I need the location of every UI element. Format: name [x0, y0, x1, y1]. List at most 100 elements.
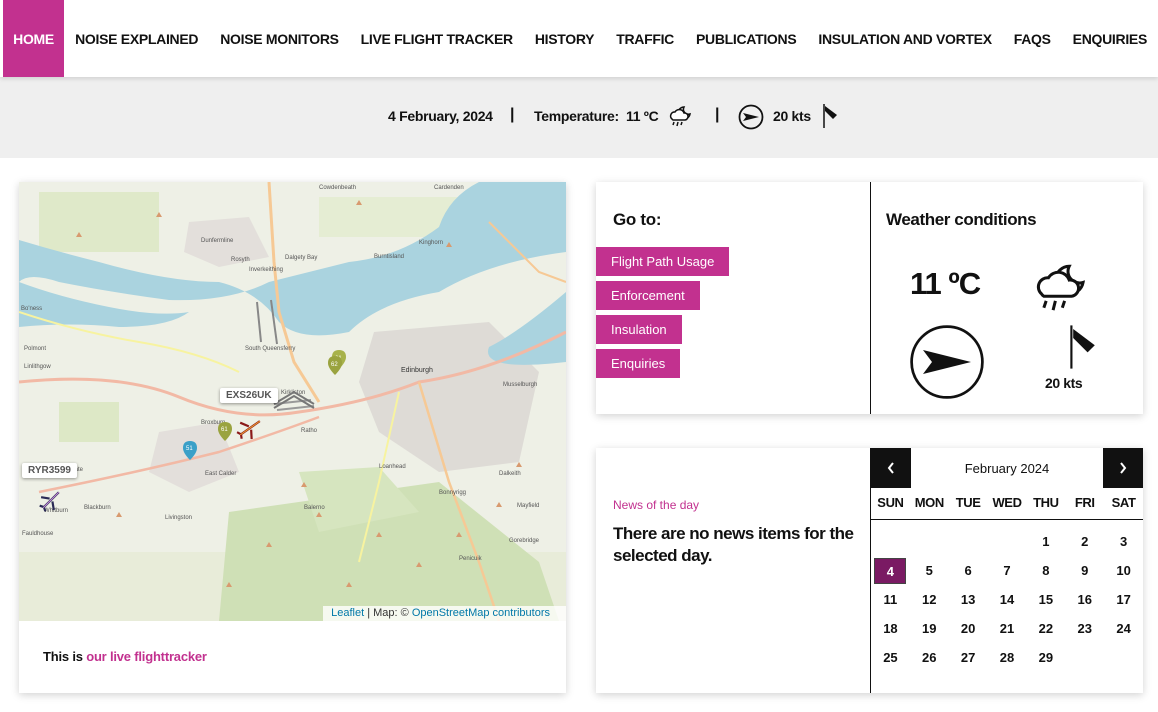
calendar-day-label: 2 — [1081, 533, 1089, 549]
calendar-day[interactable]: 16 — [1065, 585, 1104, 614]
calendar-day[interactable]: 22 — [1026, 614, 1065, 643]
flight-path-usage-button[interactable]: Flight Path Usage — [596, 247, 730, 276]
nav-traffic[interactable]: TRAFFIC — [605, 0, 685, 77]
weekday: MON — [914, 495, 945, 510]
calendar-day[interactable]: 6 — [949, 556, 988, 585]
svg-text:Cowdenbeath: Cowdenbeath — [319, 185, 356, 191]
calendar-day[interactable]: 27 — [949, 643, 988, 672]
calendar-day[interactable]: 7 — [988, 556, 1027, 585]
wind-direction-icon — [738, 104, 764, 130]
svg-text:Linlithgow: Linlithgow — [24, 364, 51, 370]
calendar-day[interactable]: 2 — [1065, 527, 1104, 556]
calendar-day-label: 26 — [922, 649, 937, 665]
nav-noise-explained[interactable]: NOISE EXPLAINED — [64, 0, 209, 77]
current-date: 4 February, 2024 — [388, 108, 493, 124]
calendar-day-label: 8 — [1042, 562, 1050, 578]
calendar-day[interactable]: 10 — [1104, 556, 1143, 585]
windsock-icon — [1070, 325, 1095, 369]
calendar-day[interactable]: 9 — [1065, 556, 1104, 585]
calendar-day-label: 24 — [1116, 620, 1131, 636]
temperature-value: 11 ºC — [626, 108, 659, 124]
enquiries-button[interactable]: Enquiries — [596, 349, 681, 378]
nav-publications[interactable]: PUBLICATIONS — [685, 0, 807, 77]
flight-label[interactable]: RYR3599 — [22, 463, 77, 478]
calendar-day-label: 21 — [999, 620, 1015, 636]
wind-speed: 20 kts — [773, 108, 811, 124]
calendar-day[interactable]: 3 — [1104, 527, 1143, 556]
map-attribution: Leaflet | Map: © OpenStreetMap contribut… — [323, 606, 566, 621]
rain-cloud-moon-icon — [1036, 264, 1085, 311]
nav-insulation-and-vortex[interactable]: INSULATION AND VORTEX — [807, 0, 1002, 77]
flighttracker-link[interactable]: our live flighttracker — [86, 649, 207, 664]
calendar-day[interactable]: 13 — [949, 585, 988, 614]
calendar-day[interactable]: 11 — [871, 585, 910, 614]
temperature-label: Temperature: — [534, 108, 619, 124]
calendar-day[interactable]: 17 — [1104, 585, 1143, 614]
nav-noise-monitors[interactable]: NOISE MONITORS — [209, 0, 349, 77]
calendar-day[interactable]: 21 — [988, 614, 1027, 643]
calendar-week: 25 26 27 28 29 — [871, 643, 1143, 672]
nav-faqs[interactable]: FAQS — [1003, 0, 1062, 77]
calendar-day-label: 16 — [1077, 591, 1092, 607]
svg-text:Dalgety Bay: Dalgety Bay — [285, 255, 317, 261]
svg-text:51: 51 — [186, 446, 193, 452]
calendar-day[interactable]: 23 — [1065, 614, 1104, 643]
calendar-day-label: 19 — [922, 620, 937, 636]
flight-label[interactable]: EXS26UK — [220, 388, 278, 403]
svg-text:Dalkeith: Dalkeith — [499, 471, 521, 477]
nav-enquiries[interactable]: ENQUIRIES — [1062, 0, 1158, 77]
svg-text:Livingston: Livingston — [165, 515, 192, 521]
svg-text:Ratho: Ratho — [301, 428, 318, 434]
calendar-day[interactable]: 12 — [910, 585, 949, 614]
svg-text:Burntisland: Burntisland — [374, 254, 404, 260]
osm-link[interactable]: OpenStreetMap contributors — [412, 607, 550, 619]
calendar-day-label: 14 — [999, 591, 1015, 607]
calendar-day[interactable]: 1 — [1026, 527, 1065, 556]
calendar-day[interactable]: 20 — [949, 614, 988, 643]
nav-live-flight-tracker[interactable]: LIVE FLIGHT TRACKER — [350, 0, 524, 77]
calendar-month: February 2024 — [964, 460, 1050, 476]
svg-text:Bonnyrigg: Bonnyrigg — [439, 490, 466, 496]
insulation-button[interactable]: Insulation — [596, 315, 682, 344]
calendar-day[interactable]: 5 — [910, 556, 949, 585]
calendar-empty-cell — [871, 527, 910, 556]
calendar-day-label — [1069, 645, 1101, 671]
svg-text:South Queensferry: South Queensferry — [245, 346, 295, 352]
weekday: SAT — [1111, 495, 1136, 510]
calendar-weekdays: SUN MON TUE WED THU FRI SAT — [871, 488, 1143, 520]
separator: | — [510, 106, 515, 123]
calendar-empty-cell — [1065, 643, 1104, 672]
calendar-day-label: 15 — [1038, 591, 1054, 607]
leaflet-link[interactable]: Leaflet — [331, 607, 364, 619]
calendar-day[interactable]: 24 — [1104, 614, 1143, 643]
nav-home[interactable]: HOME — [3, 0, 65, 77]
calendar-day-label: 3 — [1119, 533, 1128, 549]
enforcement-button[interactable]: Enforcement — [596, 281, 700, 310]
calendar-day[interactable]: 15 — [1026, 585, 1065, 614]
calendar-day[interactable]: 19 — [910, 614, 949, 643]
flight-map[interactable]: Cowdenbeath Cardenden Dunfermline Kingho… — [19, 182, 566, 621]
calendar-day-label — [952, 529, 984, 555]
calendar-next-button[interactable] — [1103, 448, 1143, 488]
calendar-day-label — [1108, 645, 1140, 671]
map-canvas[interactable]: Cowdenbeath Cardenden Dunfermline Kingho… — [19, 182, 566, 621]
weather-title: Weather conditions — [886, 210, 1037, 229]
calendar-day-label — [913, 529, 945, 555]
goto-title: Go to: — [613, 210, 662, 229]
svg-text:Musselburgh: Musselburgh — [503, 382, 537, 388]
calendar-day[interactable]: 14 — [988, 585, 1027, 614]
calendar-day-label: 5 — [925, 562, 933, 578]
calendar-day[interactable]: 25 — [871, 643, 910, 672]
calendar-day[interactable]: 8 — [1026, 556, 1065, 585]
calendar-day[interactable]: 4 — [871, 556, 910, 585]
calendar-prev-button[interactable] — [871, 448, 911, 488]
weekday: WED — [992, 495, 1022, 510]
windsock-icon — [823, 104, 837, 128]
calendar-day[interactable]: 26 — [910, 643, 949, 672]
calendar-day[interactable]: 18 — [871, 614, 910, 643]
svg-text:Blackburn: Blackburn — [84, 505, 111, 511]
calendar-day[interactable]: 29 — [1026, 643, 1065, 672]
nav-history[interactable]: HISTORY — [524, 0, 605, 77]
calendar-day-label: 13 — [960, 591, 976, 607]
calendar-day[interactable]: 28 — [988, 643, 1027, 672]
